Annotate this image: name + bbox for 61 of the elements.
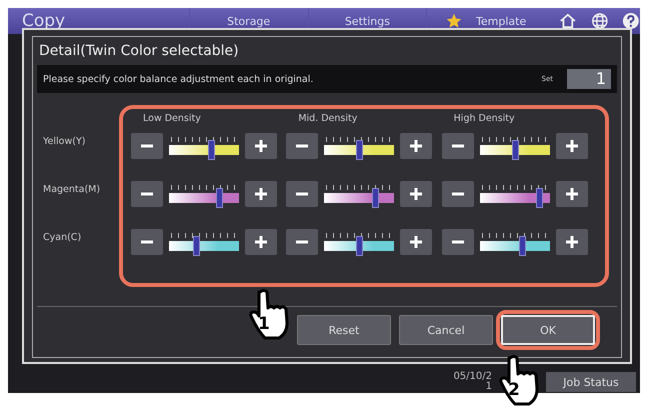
help-icon[interactable] <box>622 12 640 30</box>
minus-button[interactable] <box>286 229 318 255</box>
slider-thumb[interactable] <box>512 140 519 160</box>
job-status-button[interactable]: Job Status <box>546 372 636 392</box>
color-label: Magenta(M) <box>42 183 102 197</box>
density-heading: Mid. Density <box>297 113 358 126</box>
slider-thumb[interactable] <box>518 236 526 256</box>
plus-icon <box>564 187 579 201</box>
minus-button[interactable] <box>131 229 163 255</box>
globe-icon[interactable] <box>590 12 608 30</box>
minus-button[interactable] <box>131 133 163 159</box>
app-title: Copy <box>21 11 66 31</box>
color-label: Cyan(C) <box>42 231 82 245</box>
slider-thumb[interactable] <box>192 236 200 256</box>
star-icon <box>446 13 462 29</box>
slider-thumb[interactable] <box>208 140 215 160</box>
slider-thumb[interactable] <box>536 188 544 208</box>
density-heading: Low Density <box>142 113 202 126</box>
time-text: 1 <box>484 382 492 392</box>
minus-button[interactable] <box>442 133 474 159</box>
plus-icon <box>254 235 268 249</box>
dialog-button[interactable]: Cancel <box>399 315 493 345</box>
tab-label[interactable]: Template <box>476 14 526 28</box>
plus-button[interactable] <box>245 181 277 207</box>
plus-button[interactable] <box>400 181 432 207</box>
plus-button[interactable] <box>400 133 432 159</box>
tab-label[interactable]: Storage <box>227 14 270 28</box>
slider-thumb[interactable] <box>356 236 364 256</box>
plus-button[interactable] <box>556 133 588 159</box>
set-count-field[interactable]: 1 <box>567 69 611 89</box>
plus-icon <box>409 139 424 153</box>
home-icon[interactable] <box>559 12 577 30</box>
plus-button[interactable] <box>400 229 432 255</box>
slider-thumb[interactable] <box>372 188 379 208</box>
plus-icon <box>254 139 268 153</box>
plus-button[interactable] <box>245 229 277 255</box>
dialog-title: Detail(Twin Color selectable) <box>38 42 240 61</box>
tab-label[interactable]: Settings <box>344 14 390 28</box>
minus-button[interactable] <box>286 181 318 207</box>
plus-icon <box>409 235 424 249</box>
minus-button[interactable] <box>131 181 163 207</box>
plus-button[interactable] <box>245 133 277 159</box>
minus-button[interactable] <box>442 181 474 207</box>
minus-button[interactable] <box>286 133 318 159</box>
density-heading: High Density <box>452 113 516 126</box>
instruction-text: Please specify color balance adjustment each in original. <box>43 74 314 84</box>
step-number: 2 <box>508 380 520 400</box>
color-label: Yellow(Y) <box>42 135 86 149</box>
minus-button[interactable] <box>442 229 474 255</box>
dialog-button[interactable]: OK <box>501 315 595 345</box>
plus-button[interactable] <box>556 229 588 255</box>
slider-thumb[interactable] <box>356 140 364 160</box>
plus-icon <box>564 139 579 153</box>
slider-thumb[interactable] <box>216 188 224 208</box>
plus-icon <box>564 235 579 249</box>
dialog-button[interactable]: Reset <box>297 315 391 345</box>
date-text: 05/10/2 <box>453 372 492 382</box>
plus-icon <box>409 187 424 201</box>
step-number: 1 <box>258 314 270 334</box>
plus-button[interactable] <box>556 181 588 207</box>
plus-icon <box>254 187 268 201</box>
